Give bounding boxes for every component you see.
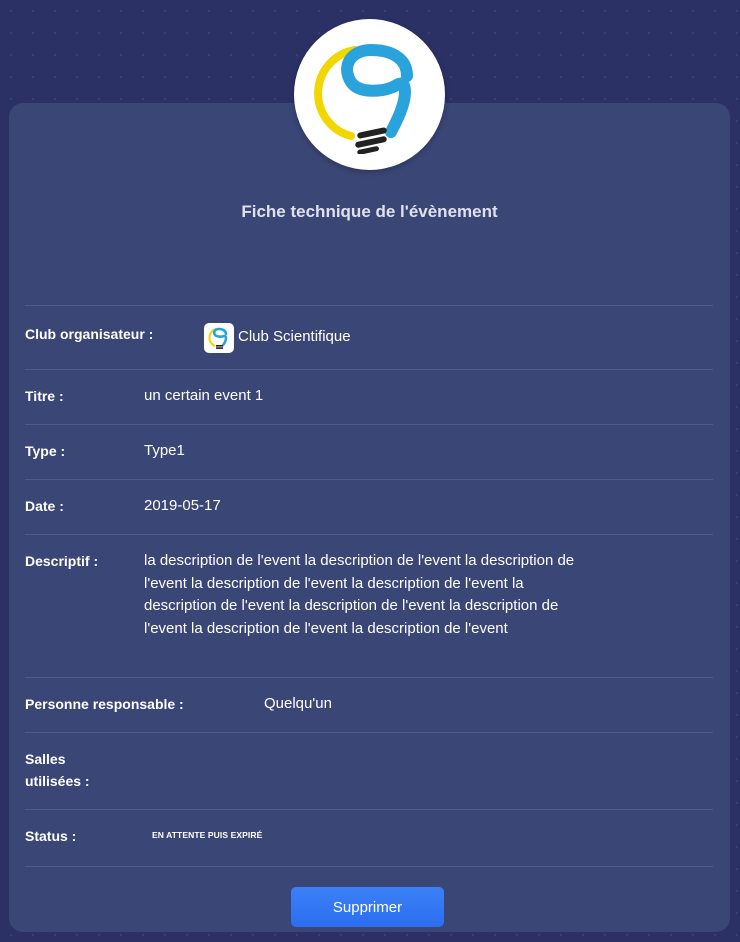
delete-button[interactable]: Supprimer [291,887,444,927]
row-titre: Titre : un certain event 1 [25,369,713,424]
status-label: Status : [25,828,77,844]
titre-value: un certain event 1 [144,387,264,404]
card-title: Fiche technique de l'évènement [241,202,498,221]
divider [25,866,713,867]
responsable-value: Quelqu'un [264,695,332,712]
titre-label: Titre : [25,388,64,404]
salles-label-line2: utilisées : [25,773,90,789]
responsable-label: Personne responsable : [25,696,184,712]
club-logo-icon [204,323,234,353]
club-label: Club organisateur : [25,326,154,342]
row-descriptif: Descriptif : la description de l'event l… [25,534,713,677]
salles-label: Salles utilisées : [25,748,90,792]
row-date: Date : 2019-05-17 [25,479,713,534]
type-value: Type1 [144,442,185,459]
salles-label-line1: Salles [25,751,66,767]
date-label: Date : [25,498,64,514]
lightbulb-logo-icon [313,43,413,154]
event-logo [294,19,445,170]
event-details-card: Fiche technique de l'évènement Club orga… [9,103,730,932]
type-label: Type : [25,443,66,459]
row-responsable: Personne responsable : Quelqu'un [25,677,713,732]
date-value: 2019-05-17 [144,497,221,514]
descriptif-label: Descriptif : [25,553,99,569]
descriptif-value: la description de l'event la description… [144,552,575,637]
row-status: Status : EN ATTENTE PUIS EXPIRÉ [25,809,713,866]
status-badge: EN ATTENTE PUIS EXPIRÉ [152,830,263,840]
row-type: Type : Type1 [25,424,713,479]
club-value: Club Scientifique [238,328,351,345]
row-club: Club organisateur : Club Scientifique [25,305,713,369]
row-salles: Salles utilisées : [25,732,713,809]
